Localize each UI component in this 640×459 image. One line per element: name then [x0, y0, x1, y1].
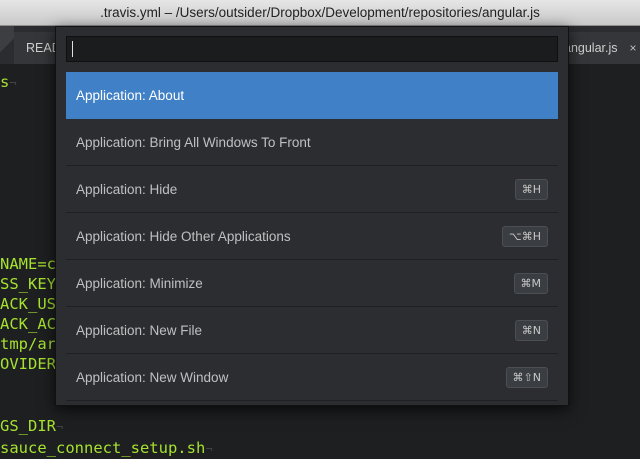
tab-angular-js-label: angular.js — [564, 41, 618, 55]
code-line: tmp/ar — [0, 335, 56, 353]
code-line: OVIDER — [0, 355, 56, 373]
shortcut-badge: ⌘H — [514, 178, 548, 200]
shortcut-badge: ⌥⌘H — [502, 225, 548, 247]
command-item-new-window[interactable]: Application: New Window ⌘⇧N — [66, 354, 558, 401]
shortcut-badge: ⌘⇧N — [505, 366, 548, 388]
command-item-bring-all-windows[interactable]: Application: Bring All Windows To Front — [66, 119, 558, 166]
code-line: GS_DIR¬ — [0, 417, 64, 435]
command-label: Application: Minimize — [76, 275, 203, 291]
command-label: Application: About — [76, 87, 185, 103]
tab-fold-corner — [0, 26, 14, 64]
code-line: s¬ — [0, 73, 17, 91]
command-label: Application: Bring All Windows To Front — [76, 134, 311, 150]
text-caret — [72, 41, 73, 57]
code-line: SS_KEY — [0, 275, 56, 293]
command-item-new-file[interactable]: Application: New File ⌘N — [66, 307, 558, 354]
shortcut-badge: ⌘M — [513, 272, 548, 294]
command-item-about[interactable]: Application: About — [66, 72, 558, 119]
command-label: Application: New Window — [76, 369, 229, 385]
command-search-input[interactable] — [66, 36, 558, 62]
command-palette: Application: About Application: Bring Al… — [55, 26, 569, 406]
command-label: Application: Hide Other Applications — [76, 228, 291, 244]
command-label: Application: Hide — [76, 181, 178, 197]
shortcut-badge: ⌘N — [514, 319, 548, 341]
code-line: ACK_US — [0, 295, 56, 313]
close-icon[interactable]: × — [630, 41, 637, 55]
window-title-bar: .travis.yml – /Users/outsider/Dropbox/De… — [0, 0, 640, 26]
command-item-hide[interactable]: Application: Hide ⌘H — [66, 166, 558, 213]
code-line: NAME=c — [0, 255, 56, 273]
window-title: .travis.yml – /Users/outsider/Dropbox/De… — [100, 5, 540, 20]
command-item-hide-other-applications[interactable]: Application: Hide Other Applications ⌥⌘H — [66, 213, 558, 260]
command-item-minimize[interactable]: Application: Minimize ⌘M — [66, 260, 558, 307]
code-line: ACK_AC — [0, 315, 56, 333]
command-label: Application: New File — [76, 322, 203, 338]
command-list: Application: About Application: Bring Al… — [66, 72, 558, 405]
